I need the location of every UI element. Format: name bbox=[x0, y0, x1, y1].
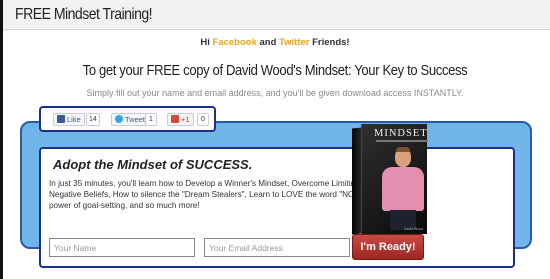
plus-label: +1 bbox=[181, 115, 190, 124]
product-box-author: David Wood bbox=[404, 227, 424, 231]
optin-description: In just 35 minutes, you'll learn how to … bbox=[49, 179, 374, 210]
page-headline: To get your FREE copy of David Wood's Mi… bbox=[82, 63, 468, 79]
page-subline: Simply fill out your name and email addr… bbox=[86, 88, 464, 98]
greeting-and: and bbox=[259, 37, 277, 48]
greeting-friends: Friends! bbox=[312, 37, 350, 48]
product-box-image: MINDSET David Wood bbox=[352, 124, 428, 236]
site-title: FREE Mindset Training! bbox=[15, 6, 153, 23]
facebook-icon bbox=[57, 115, 65, 123]
twitter-bird-icon bbox=[115, 115, 123, 123]
author-hair bbox=[396, 147, 410, 152]
greeting-line: Hi Facebook and Twitter Friends! bbox=[0, 37, 550, 48]
like-count: 14 bbox=[86, 113, 100, 126]
author-shirt bbox=[382, 167, 424, 211]
tweet-button[interactable]: Tweet bbox=[111, 113, 150, 126]
plus-count: 0 bbox=[197, 113, 209, 126]
greeting-hi: Hi bbox=[200, 37, 210, 48]
top-header-bar: FREE Mindset Training! bbox=[3, 0, 550, 30]
google-plus-one-button[interactable]: +1 bbox=[167, 113, 194, 126]
tweet-count: 1 bbox=[145, 113, 157, 126]
product-box-stripe bbox=[376, 140, 428, 142]
social-share-bar: Like 14 Tweet 1 +1 0 bbox=[39, 106, 216, 132]
name-input[interactable] bbox=[49, 238, 195, 257]
like-label: Like bbox=[67, 115, 81, 124]
submit-button[interactable]: I'm Ready! bbox=[352, 234, 424, 260]
product-box-title: MINDSET bbox=[374, 128, 428, 139]
twitter-link[interactable]: Twitter bbox=[279, 37, 309, 48]
optin-heading: Adopt the Mindset of SUCCESS. bbox=[53, 157, 253, 172]
product-box-cover: MINDSET David Wood bbox=[361, 124, 430, 234]
optin-form-box: Adopt the Mindset of SUCCESS. In just 35… bbox=[39, 147, 515, 268]
author-photo bbox=[376, 146, 430, 230]
facebook-like-button[interactable]: Like bbox=[53, 113, 85, 126]
google-plus-icon bbox=[171, 115, 179, 123]
facebook-link[interactable]: Facebook bbox=[213, 37, 257, 48]
email-input[interactable] bbox=[204, 238, 350, 257]
tweet-label: Tweet bbox=[125, 115, 146, 124]
